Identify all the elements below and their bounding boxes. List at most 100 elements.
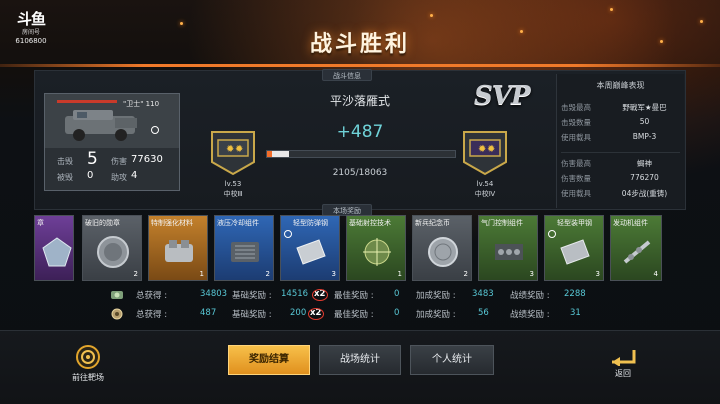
svg-text:✹: ✹	[226, 144, 234, 155]
bonus-label: 加成奖励 :	[416, 291, 456, 301]
rank-level-left: lv.53	[224, 180, 242, 188]
killed-value: 0	[87, 170, 94, 181]
reward-name: 新兵纪念币	[415, 219, 450, 227]
bonus-label: 加成奖励 :	[416, 310, 456, 320]
reward-item[interactable]: 基础射控技术 1	[346, 215, 406, 281]
svg-text:✹: ✹	[487, 144, 495, 155]
reward-count: 2	[133, 270, 138, 278]
engine-icon	[623, 240, 651, 264]
weekly-best-panel: 本周巅峰表现 击毁最高 野戰军★曼巴 击毁数量 50 使用载具 BMP-3 伤害最高 蝎…	[556, 74, 684, 208]
reward-item[interactable]: 特制强化材料 1	[148, 215, 208, 281]
svg-text:✹: ✹	[478, 144, 486, 155]
base-label: 基础奖励 :	[232, 310, 272, 320]
best-label: 最佳奖励 :	[334, 310, 374, 320]
marker-icon	[284, 230, 292, 238]
cooling-part-icon	[231, 242, 259, 262]
svp-badge: SVP	[474, 81, 530, 111]
back-button[interactable]: 返回	[600, 346, 646, 379]
medal-icon	[97, 236, 129, 268]
personal-stats-tab[interactable]: 个人统计	[410, 345, 494, 375]
room-id: 6106800	[15, 37, 47, 45]
reward-count: 2	[265, 270, 270, 278]
target-range-icon	[76, 345, 100, 369]
weekly-key: 伤害数量	[561, 174, 591, 183]
goto-range-button[interactable]: 前往靶场	[62, 344, 114, 383]
reward-item[interactable]: 气门控制组件 3	[478, 215, 538, 281]
result-screen: 斗鱼 房间号 6106800 战斗胜利 战斗信息 "卫士" 110 击毁 5 伤…	[0, 0, 720, 404]
reward-item[interactable]: 新兵纪念币 2	[412, 215, 472, 281]
base-label: 基础奖励 :	[232, 291, 272, 301]
reward-item[interactable]: 轻型防弹钢 3	[280, 215, 340, 281]
valve-part-icon	[495, 244, 523, 260]
xp-progress-bar	[266, 150, 456, 158]
silver-total: 34803	[200, 289, 228, 299]
spark	[520, 30, 523, 33]
silver-bonus: 3483	[472, 289, 494, 299]
silver-perf: 2288	[564, 289, 586, 299]
total-label: 总获得 :	[136, 310, 168, 320]
silver-best: 0	[394, 289, 400, 299]
reward-count: 3	[595, 270, 600, 278]
reward-count: 1	[199, 270, 204, 278]
kills-label: 击毁	[57, 157, 73, 166]
reward-item[interactable]: 液压冷却组件 2	[214, 215, 274, 281]
douyu-watermark: 斗鱼 房间号 6106800	[8, 8, 54, 46]
spark	[430, 14, 433, 17]
exp-summary-row: 总获得 : 487 基础奖励 : 200 x2 最佳奖励 : 0 加成奖励 : …	[100, 308, 620, 324]
room-label: 房间号	[21, 29, 40, 36]
spark	[610, 8, 613, 11]
player-stats: 击毁 5 伤害 77630 被毁 0 助攻 4	[45, 148, 179, 190]
weekly-value: 蝎神	[637, 159, 652, 168]
silver-summary-row: 总获得 : 34803 基础奖励 : 14516 x2 最佳奖励 : 0 加成奖…	[100, 289, 620, 305]
reward-name: 破旧的勋章	[85, 219, 120, 227]
engine-part-icon	[165, 240, 193, 262]
marker-icon	[548, 230, 556, 238]
total-label: 总获得 :	[136, 291, 168, 301]
vehicle-icon	[65, 110, 137, 141]
weekly-key: 使用载具	[561, 133, 591, 142]
damage-value: 77630	[131, 154, 163, 165]
reward-name: 轻型防弹钢	[293, 219, 328, 227]
exp-bonus: 56	[478, 308, 489, 318]
reward-item[interactable]: 章	[34, 215, 74, 281]
weekly-key: 伤害最高	[561, 159, 591, 168]
marker-icon	[151, 126, 159, 134]
assist-value: 4	[131, 170, 138, 181]
rank-insignia-icon: ✹ ✹	[211, 131, 255, 176]
medal-icon	[42, 237, 72, 267]
rank-badge-right: ✹ ✹ lv.54 中校Ⅳ	[460, 128, 510, 198]
exp-best: 0	[394, 308, 400, 318]
spark	[660, 40, 663, 43]
armor-steel-icon	[560, 239, 590, 265]
rank-name-left: 中校Ⅲ	[223, 190, 243, 198]
reward-name: 基础射控技术	[349, 219, 391, 227]
battle-stats-tab[interactable]: 战场统计	[319, 345, 401, 375]
reward-name: 轻型装甲钢	[557, 219, 592, 227]
rank-insignia-icon: ✹ ✹	[463, 131, 507, 176]
reward-name: 发动机组件	[613, 219, 648, 227]
steel-plate-icon	[296, 239, 326, 265]
rank-level-right: lv.54	[476, 180, 494, 188]
rank-name-right: 中校Ⅳ	[474, 190, 496, 198]
perf-label: 战绩奖励 :	[510, 310, 550, 320]
reward-item[interactable]: 轻型装甲钢 3	[544, 215, 604, 281]
player-tank-card: "卫士" 110 击毁 5 伤害 77630 被毁 0 助攻 4	[44, 93, 180, 191]
highlight-circle	[308, 308, 324, 320]
reward-item[interactable]: 发动机组件 4	[610, 215, 662, 281]
reward-count: 2	[463, 270, 468, 278]
assist-label: 助攻	[111, 173, 127, 182]
divider	[561, 152, 680, 153]
xp-gain-fill	[267, 151, 272, 157]
reward-count: 1	[397, 270, 402, 278]
back-label: 返回	[615, 369, 631, 378]
reward-item[interactable]: 破旧的勋章 2	[82, 215, 142, 281]
exp-base: 200	[290, 308, 307, 318]
health-bar	[57, 100, 117, 103]
back-arrow-icon	[612, 350, 636, 367]
reward-name: 气门控制组件	[481, 219, 523, 227]
spark	[180, 22, 183, 25]
weekly-value: BMP-3	[632, 132, 657, 141]
page-title: 战斗胜利	[309, 32, 410, 57]
reward-items: 章 破旧的勋章 2 特制强化材料 1 液压冷却组件 2 轻型防弹钢 3 基础射控…	[34, 215, 686, 285]
reward-settlement-tab[interactable]: 奖励结算	[228, 345, 310, 375]
